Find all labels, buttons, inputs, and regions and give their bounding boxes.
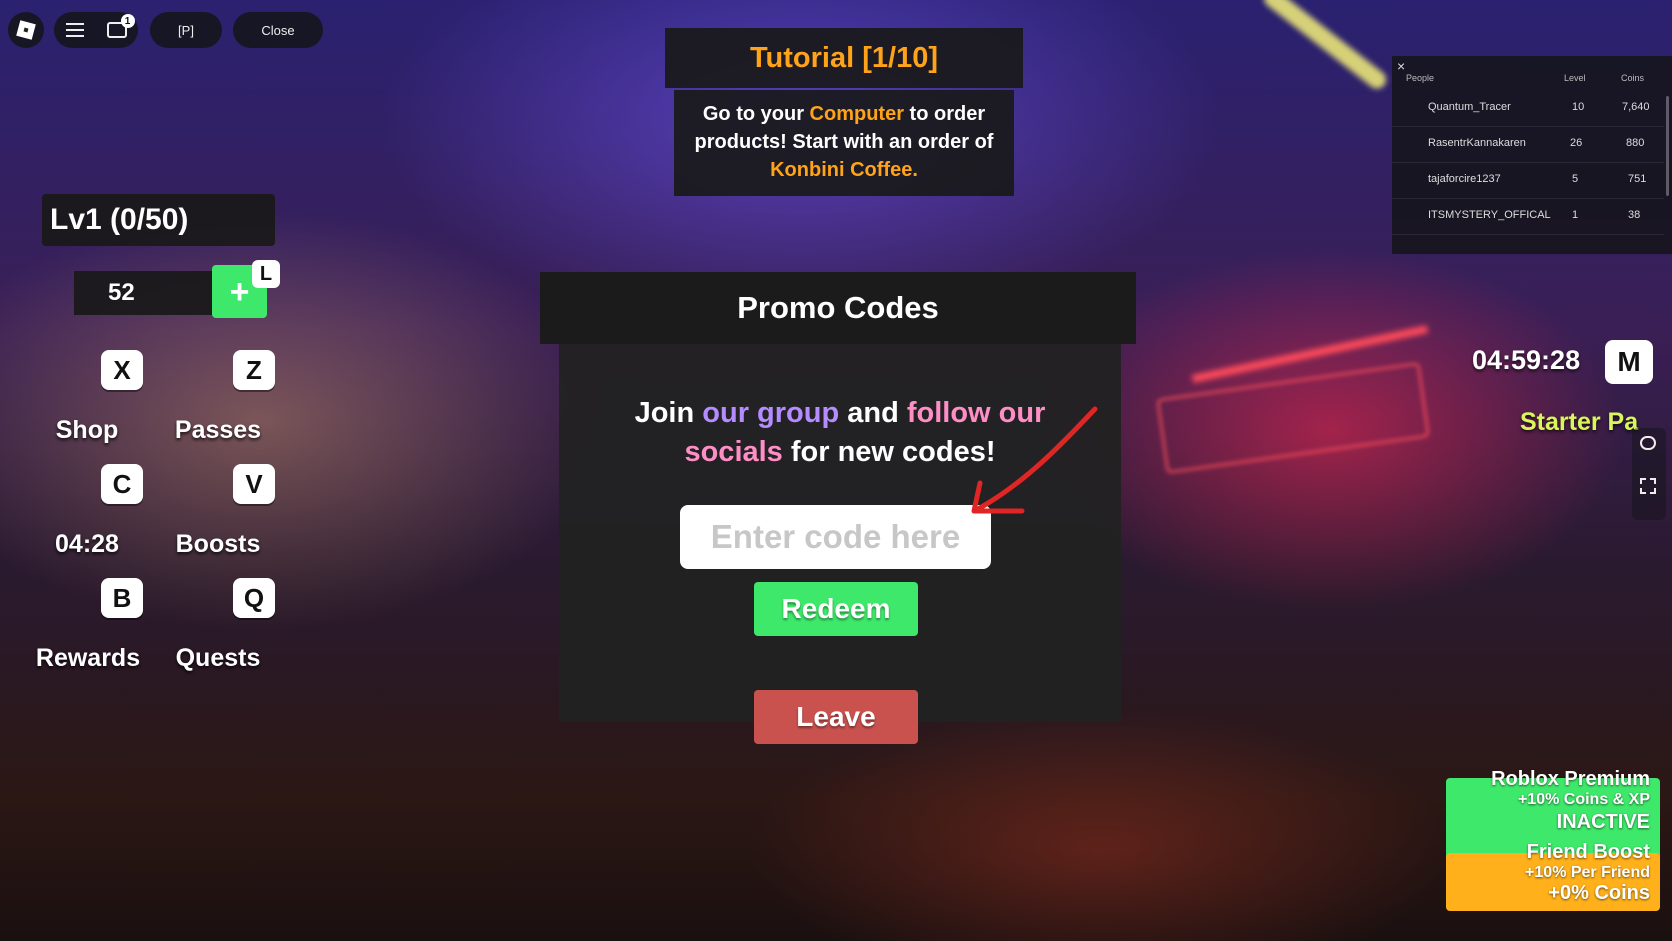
c-hotkey[interactable]: C	[101, 464, 143, 504]
leaderboard-header-level: Level	[1564, 73, 1586, 83]
roblox-logo-icon	[16, 20, 36, 40]
roblox-menu-button[interactable]	[8, 12, 44, 48]
coins-display: 52	[74, 271, 212, 315]
promo-code-input[interactable]	[680, 505, 991, 569]
neon-light-1	[1260, 0, 1390, 93]
leaderboard-row[interactable]: ITSMYSTERY_OFFICAL 1 38	[1392, 198, 1664, 235]
coins-value: 52	[108, 279, 135, 306]
premium-bonus: +10% Coins & XP	[1517, 791, 1650, 808]
player-level: 5	[1572, 173, 1579, 185]
level-display: Lv1 (0/50)	[42, 194, 275, 246]
promo-socials-text: socials	[684, 436, 783, 468]
player-level: 10	[1572, 101, 1585, 113]
camera-rotate-icon[interactable]	[1640, 436, 1656, 450]
tutorial-highlight-coffee: Konbini Coffee.	[770, 159, 918, 181]
premium-title: Roblox Premium	[1491, 768, 1650, 790]
map-key-button[interactable]: M	[1605, 340, 1653, 384]
promo-header: Promo Codes	[540, 272, 1136, 344]
leaderboard-close-icon[interactable]: ×	[1397, 58, 1405, 74]
player-name: RasentrKannakaren	[1428, 137, 1526, 149]
tutorial-title: Tutorial [1/10]	[750, 41, 938, 74]
level-text: Lv1 (0/50)	[50, 203, 189, 236]
leaderboard-header-people: People	[1406, 73, 1435, 83]
premium-status: INACTIVE	[1556, 811, 1650, 833]
session-timer: 04:59:28	[1472, 345, 1581, 375]
camera-controls	[1632, 428, 1666, 520]
close-button[interactable]: Close	[233, 12, 323, 48]
c-timer-label: 04:28	[55, 530, 119, 558]
promo-text: and	[839, 397, 907, 429]
promo-title: Promo Codes	[737, 290, 939, 325]
player-level: 26	[1570, 137, 1583, 149]
passes-hotkey[interactable]: Z	[233, 350, 275, 390]
redeem-button[interactable]: Redeem	[754, 582, 918, 636]
annotation-arrow-icon	[971, 406, 1098, 514]
promo-text: Join	[634, 397, 703, 429]
player-coins: 751	[1628, 173, 1647, 185]
shop-label[interactable]: Shop	[47, 416, 127, 445]
quests-label[interactable]: Quests	[168, 644, 268, 673]
tutorial-body: Go to your Computer to order products! S…	[674, 90, 1014, 196]
leaderboard-row[interactable]: tajaforcire1237 5 751	[1392, 162, 1664, 199]
starter-pack-label[interactable]: Starter Pa	[1520, 408, 1638, 437]
tutorial-text: products! Start with an order of	[694, 131, 994, 153]
boosts-hotkey[interactable]: V	[233, 464, 275, 504]
plus-icon: +	[229, 272, 250, 311]
p-key-button[interactable]: [P]	[150, 12, 222, 48]
tutorial-highlight-computer: Computer	[809, 103, 904, 125]
tutorial-title-bar: Tutorial [1/10]	[665, 28, 1023, 88]
player-coins: 7,640	[1622, 101, 1650, 113]
menu-chat-group: 1	[54, 12, 138, 48]
leaderboard: × People Level Coins Quantum_Tracer 10 7,6…	[1392, 56, 1672, 254]
rewards-hotkey[interactable]: B	[101, 578, 143, 618]
quests-hotkey[interactable]: Q	[233, 578, 275, 618]
player-coins: 38	[1628, 209, 1641, 221]
promo-group-link: our group	[702, 397, 840, 429]
tutorial-text: to order	[904, 103, 986, 125]
leaderboard-row[interactable]: RasentrKannakaren 26 880	[1392, 126, 1664, 163]
friend-boost-title: Friend Boost	[1526, 841, 1650, 863]
leaderboard-header-coins: Coins	[1621, 73, 1645, 83]
leave-button[interactable]: Leave	[754, 690, 918, 744]
hamburger-menu-icon[interactable]	[65, 23, 84, 37]
boosts-label[interactable]: Boosts	[168, 530, 268, 559]
passes-label[interactable]: Passes	[168, 416, 268, 445]
chat-icon[interactable]: 1	[106, 14, 135, 38]
camera-focus-icon[interactable]	[1640, 478, 1656, 494]
player-level: 1	[1572, 209, 1579, 221]
friend-boost-card[interactable]: Friend Boost +10% Per Friend +0% Coins	[1446, 841, 1660, 911]
chat-badge: 1	[120, 14, 135, 28]
player-name: ITSMYSTERY_OFFICAL	[1428, 209, 1551, 221]
shop-hotkey[interactable]: X	[101, 350, 143, 390]
leaderboard-scrollbar[interactable]	[1666, 96, 1669, 196]
tutorial-text: Go to your	[702, 103, 810, 125]
rewards-label[interactable]: Rewards	[32, 644, 144, 673]
friend-boost-coins: +0% Coins	[1548, 882, 1650, 904]
friend-boost-bonus: +10% Per Friend	[1525, 864, 1650, 881]
player-name: tajaforcire1237	[1428, 173, 1501, 185]
leaderboard-row[interactable]: Quantum_Tracer 10 7,640	[1392, 90, 1664, 127]
player-coins: 880	[1626, 137, 1645, 149]
add-coins-hotkey: L	[252, 260, 280, 288]
player-name: Quantum_Tracer	[1428, 101, 1511, 113]
